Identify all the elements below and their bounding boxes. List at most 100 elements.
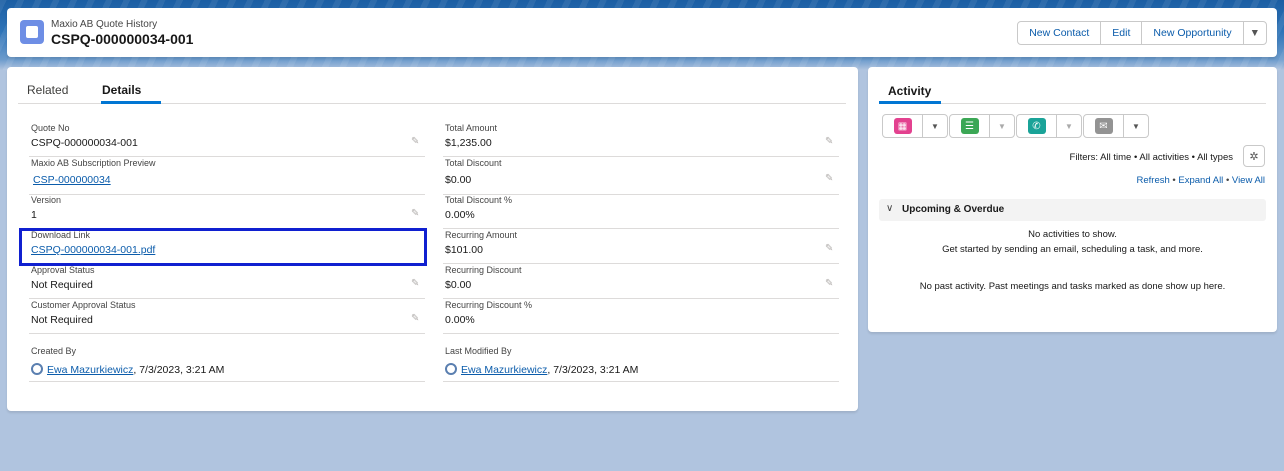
active-tab-indicator [879,101,941,104]
send-email-button[interactable]: ✉ [1084,115,1124,137]
expand-all-link[interactable]: Expand All [1178,175,1223,186]
no-activities-message: No activities to show. [1028,229,1117,240]
user-avatar-icon [31,363,43,375]
gear-icon: ✲ [1249,150,1259,163]
phone-icon: ✆ [1027,118,1046,134]
subscription-preview-link[interactable]: CSP-000000034 [33,174,111,186]
field-label: Approval Status [31,265,95,275]
log-call-button[interactable]: ✆ [1017,115,1057,137]
pencil-icon[interactable]: ✎ [411,314,421,324]
new-contact-button[interactable]: New Contact [1017,21,1102,45]
new-task-button[interactable]: ☰ [950,115,990,137]
chevron-down-icon: ▼ [1065,121,1073,131]
user-avatar-icon [445,363,457,375]
field-value: Not Required [31,279,93,291]
section-title: Upcoming & Overdue [902,204,1005,215]
activity-links: Refresh • Expand All • View All [1137,175,1265,186]
pencil-icon[interactable]: ✎ [411,209,421,219]
field-label: Maxio AB Subscription Preview [31,158,156,168]
new-task-button-group: ☰ ▼ [949,114,1015,138]
pencil-icon[interactable]: ✎ [411,279,421,289]
tab-related[interactable]: Related [27,83,68,97]
separator-dot: • [1225,175,1230,186]
field-label: Quote No [31,123,70,133]
field-approval-status: Approval Status Not Required ✎ [29,265,425,299]
log-call-button-group: ✆ ▼ [1016,114,1082,138]
calendar-icon: ▦ [893,118,912,134]
pencil-icon[interactable]: ✎ [825,174,835,184]
tab-activity[interactable]: Activity [888,84,931,98]
view-all-link[interactable]: View All [1232,175,1265,186]
new-task-dropdown[interactable]: ▼ [990,115,1014,137]
field-label: Version [31,195,62,205]
last-modified-by-value: Ewa Mazurkiewicz, 7/3/2023, 3:21 AM [445,363,638,376]
new-opportunity-button[interactable]: New Opportunity [1141,21,1244,45]
field-recurring-amount: Recurring Amount $101.00 ✎ [443,230,839,264]
activity-panel: Activity ▦ ▼ ☰ ▼ ✆ ▼ ✉ ▼ Filters: All ti… [868,67,1277,332]
get-started-message: Get started by sending an email, schedul… [942,244,1203,255]
field-value: $0.00 [445,279,472,291]
download-link-highlight-box [19,228,427,266]
field-label: Recurring Discount % [445,300,533,310]
activity-settings-button[interactable]: ✲ [1243,145,1265,167]
field-value: $0.00 [445,174,472,186]
task-list-icon: ☰ [960,118,979,134]
field-version: Version 1 ✎ [29,195,425,229]
new-event-button[interactable]: ▦ [883,115,923,137]
record-tabs: Related Details [18,82,846,104]
field-label: Recurring Amount [445,230,518,240]
field-label: Created By [31,346,77,356]
field-created-by: Created By Ewa Mazurkiewicz, 7/3/2023, 3… [29,346,425,382]
created-by-date: , 7/3/2023, 3:21 AM [133,364,225,376]
field-subscription-preview: Maxio AB Subscription Preview CSP-000000… [29,158,425,195]
field-recurring-discount-percent: Recurring Discount % 0.00% [443,300,839,334]
chevron-down-icon: ▼ [998,121,1006,131]
activity-filters-text: Filters: All time • All activities • All… [1069,152,1233,163]
chevron-down-icon: ▼ [931,121,939,131]
send-email-dropdown[interactable]: ▼ [1124,115,1148,137]
field-label: Total Amount [445,123,498,133]
field-label: Customer Approval Status [31,300,136,310]
field-label: Last Modified By [445,346,512,356]
chevron-down-icon: ▼ [1249,27,1260,39]
new-event-button-group: ▦ ▼ [882,114,948,138]
refresh-link[interactable]: Refresh [1137,175,1170,186]
more-actions-button[interactable]: ▼ [1242,21,1267,45]
field-total-amount: Total Amount $1,235.00 ✎ [443,123,839,157]
no-past-activity-message: No past activity. Past meetings and task… [919,281,1226,292]
record-title: CSPQ-000000034-001 [51,31,194,47]
field-total-discount-percent: Total Discount % 0.00% [443,195,839,229]
header-actions: New Contact Edit New Opportunity ▼ [1017,21,1267,45]
object-type-label: Maxio AB Quote History [51,19,158,30]
pencil-icon[interactable]: ✎ [411,137,421,147]
field-total-discount: Total Discount $0.00 ✎ [443,158,839,195]
field-value: 0.00% [445,209,475,221]
field-last-modified-by: Last Modified By Ewa Mazurkiewicz, 7/3/2… [443,346,839,382]
field-label: Total Discount % [445,195,513,205]
edit-button[interactable]: Edit [1100,21,1143,45]
last-modified-by-date: , 7/3/2023, 3:21 AM [547,364,639,376]
chevron-down-icon: ∨ [886,203,894,214]
pencil-icon[interactable]: ✎ [825,137,835,147]
email-icon: ✉ [1094,118,1113,134]
pencil-icon[interactable]: ✎ [825,279,835,289]
send-email-button-group: ✉ ▼ [1083,114,1149,138]
new-event-dropdown[interactable]: ▼ [923,115,947,137]
pencil-icon[interactable]: ✎ [825,244,835,254]
chevron-down-icon: ▼ [1132,121,1140,131]
log-call-dropdown[interactable]: ▼ [1057,115,1081,137]
field-quote-no: Quote No CSPQ-000000034-001 ✎ [29,123,425,157]
field-value: Not Required [31,314,93,326]
record-object-icon [20,20,44,44]
field-customer-approval-status: Customer Approval Status Not Required ✎ [29,300,425,334]
upcoming-overdue-section-header[interactable]: ∨ Upcoming & Overdue [879,199,1266,221]
created-by-value: Ewa Mazurkiewicz, 7/3/2023, 3:21 AM [31,363,224,376]
active-tab-indicator [101,101,161,104]
field-value: $101.00 [445,244,483,256]
field-value: 1 [31,209,37,221]
record-header: Maxio AB Quote History CSPQ-000000034-00… [7,8,1277,57]
last-modified-by-user-link[interactable]: Ewa Mazurkiewicz [461,364,547,376]
created-by-user-link[interactable]: Ewa Mazurkiewicz [47,364,133,376]
tab-details[interactable]: Details [102,83,141,97]
separator-dot: • [1172,175,1176,186]
